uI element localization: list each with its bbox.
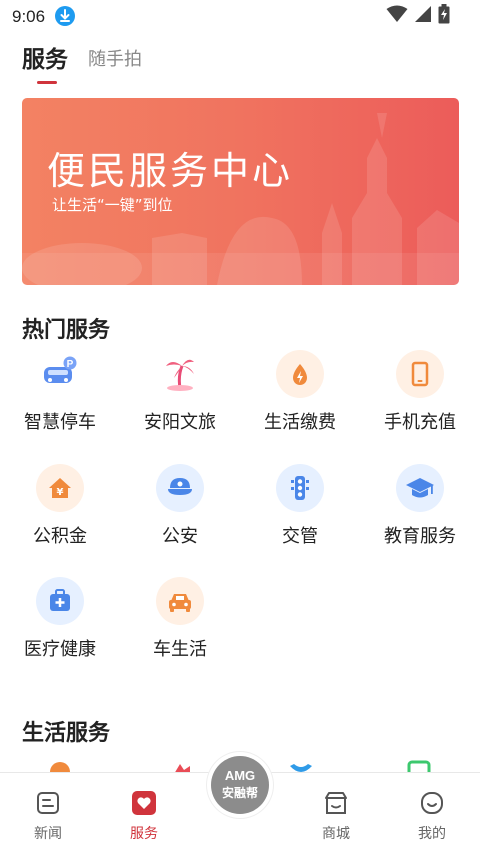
nav-label: 服务 [130, 826, 158, 842]
service-item-parking[interactable]: P 智慧停车 [0, 350, 120, 450]
traffic-light-icon [276, 464, 324, 512]
amg-logo-bottom: 安融帮 [221, 786, 258, 800]
tab-service[interactable]: 服务 [22, 40, 68, 84]
status-icons [386, 4, 450, 28]
battery-icon [438, 4, 450, 28]
service-center-banner[interactable]: 便民服务中心 让生活“一键”到位 [22, 98, 459, 285]
download-icon [55, 6, 75, 26]
nav-store[interactable]: 商城 [306, 789, 366, 845]
amg-logo: AMG 安融帮 [211, 756, 269, 814]
service-item-tourism[interactable]: 安阳文旅 [120, 350, 240, 450]
service-label: 公安 [162, 526, 198, 547]
nav-news[interactable]: 新闻 [18, 789, 78, 845]
service-item-traffic[interactable]: 交管 [240, 464, 360, 564]
amg-center-button[interactable]: AMG 安融帮 [207, 752, 273, 818]
news-icon [18, 789, 78, 817]
service-label: 智慧停车 [24, 412, 96, 433]
service-item-car-life[interactable]: 车生活 [120, 577, 240, 677]
service-label: 医疗健康 [24, 639, 96, 660]
service-item-police[interactable]: 公安 [120, 464, 240, 564]
car-icon [156, 577, 204, 625]
wifi-icon [386, 5, 408, 27]
house-yen-icon: ¥ [36, 464, 84, 512]
service-item-topup[interactable]: 手机充值 [360, 350, 480, 450]
status-time: 9:06 [12, 7, 46, 26]
svg-text:¥: ¥ [57, 487, 64, 498]
nav-label: 新闻 [34, 826, 62, 842]
medical-kit-icon [36, 577, 84, 625]
nav-label: 商城 [322, 826, 350, 842]
service-item-medical[interactable]: 医疗健康 [0, 577, 120, 677]
flame-icon [276, 350, 324, 398]
top-tabs: 服务 随手拍 [22, 40, 142, 84]
banner-title: 便民服务中心 [47, 149, 294, 193]
life-services-title: 生活服务 [22, 721, 111, 746]
parking-car-icon: P [36, 350, 84, 398]
status-bar: 9:06 [0, 0, 480, 34]
service-label: 生活缴费 [264, 412, 336, 433]
nav-label: 我的 [418, 826, 446, 842]
service-label: 手机充值 [384, 412, 456, 433]
tab-snapshot[interactable]: 随手拍 [88, 45, 142, 84]
service-item-housing-fund[interactable]: ¥ 公积金 [0, 464, 120, 564]
nav-profile[interactable]: 我的 [402, 789, 462, 845]
svg-text:P: P [67, 359, 74, 370]
palm-tree-icon [156, 350, 204, 398]
service-item-utility[interactable]: 生活缴费 [240, 350, 360, 450]
service-label: 教育服务 [384, 526, 456, 547]
signal-icon [414, 5, 432, 27]
service-label: 安阳文旅 [144, 412, 216, 433]
amg-logo-top: AMG [224, 768, 256, 783]
graduation-cap-icon [396, 464, 444, 512]
service-item-education[interactable]: 教育服务 [360, 464, 480, 564]
service-label: 公积金 [33, 526, 87, 547]
hot-services-title: 热门服务 [22, 318, 111, 343]
store-icon [306, 789, 366, 817]
banner-subtitle: 让生活“一键”到位 [52, 196, 173, 214]
service-heart-icon [114, 789, 174, 817]
service-label: 车生活 [153, 639, 207, 660]
profile-icon [402, 789, 462, 817]
phone-icon [396, 350, 444, 398]
nav-service[interactable]: 服务 [114, 789, 174, 845]
police-cap-icon [156, 464, 204, 512]
service-label: 交管 [282, 526, 318, 547]
